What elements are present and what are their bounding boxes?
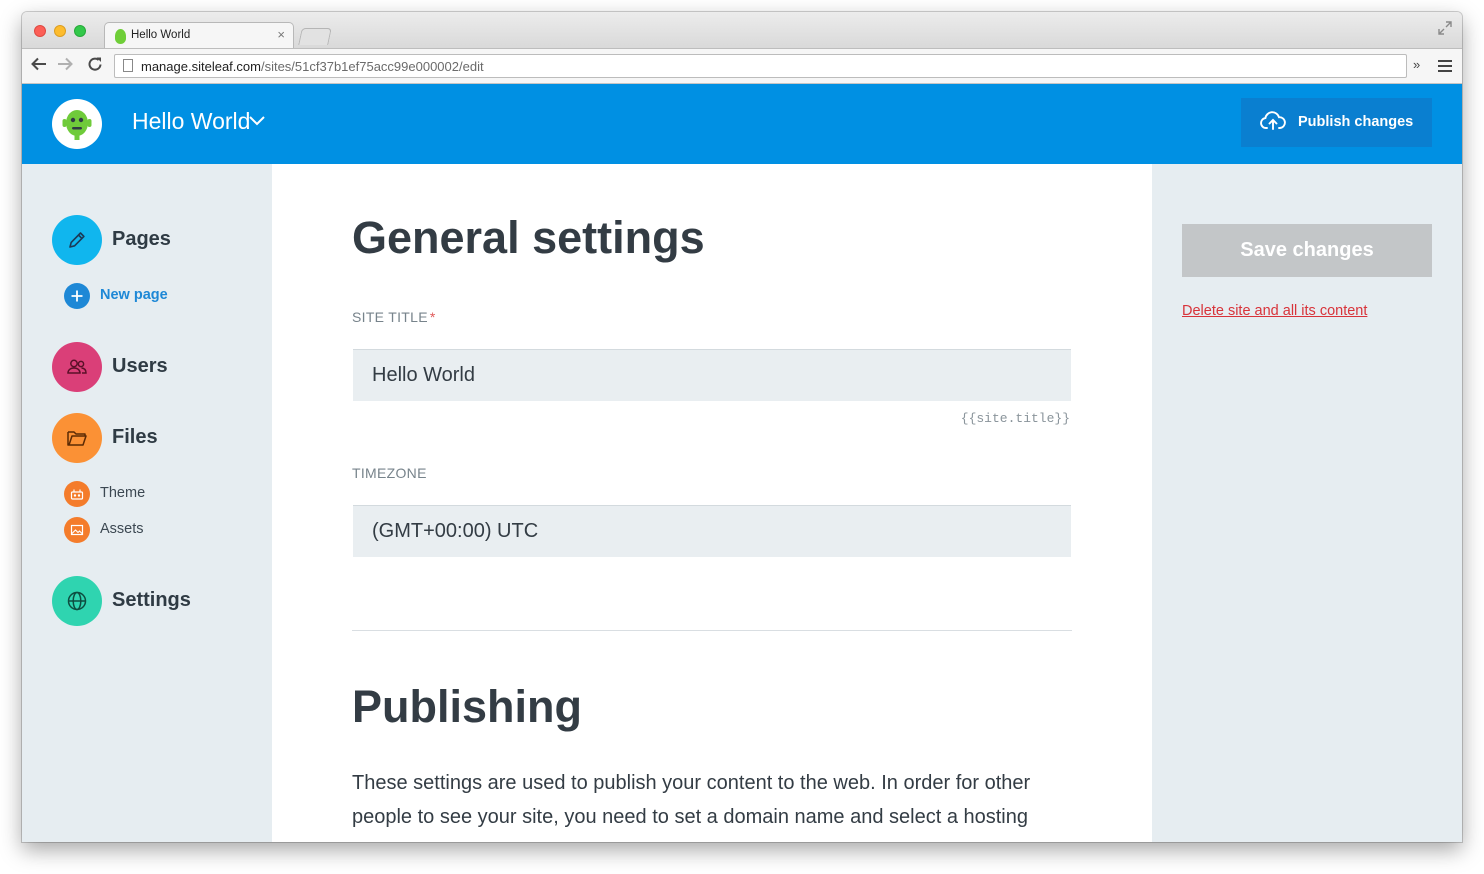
page-icon	[123, 59, 133, 72]
theme-icon	[64, 481, 90, 507]
tab-title: Hello World	[131, 29, 191, 41]
siteleaf-logo-icon[interactable]	[52, 99, 102, 149]
sidebar-item-label: Pages	[112, 228, 171, 250]
sidebar-item-label: Files	[112, 426, 158, 448]
timezone-select[interactable]: (GMT+00:00) UTC	[353, 505, 1071, 557]
tab-close-icon[interactable]: ×	[277, 27, 285, 43]
browser-titlebar: Hello World ×	[22, 12, 1462, 49]
zoom-window-button[interactable]	[74, 25, 86, 37]
section-divider	[352, 630, 1072, 631]
publish-changes-button[interactable]: Publish changes	[1241, 98, 1432, 147]
plus-icon	[64, 283, 90, 309]
timezone-label: TIMEZONE	[352, 465, 427, 481]
sidebar-item-label: New page	[100, 287, 168, 303]
cloud-upload-icon	[1260, 111, 1286, 135]
sidebar-item-label: Users	[112, 355, 168, 377]
app-header: Hello World Publish changes	[22, 84, 1462, 164]
forward-arrow-icon[interactable]	[56, 55, 74, 78]
users-icon	[52, 342, 102, 392]
publishing-heading: Publishing	[352, 681, 582, 732]
chevron-down-icon[interactable]	[248, 114, 266, 132]
pencil-icon	[52, 215, 102, 265]
reload-icon[interactable]	[86, 55, 104, 79]
general-settings-heading: General settings	[352, 212, 705, 263]
site-title-label: SITE TITLE *	[352, 309, 436, 325]
browser-window: Hello World × manage.siteleaf.com/sites/…	[22, 12, 1462, 842]
address-bar[interactable]: manage.siteleaf.com/sites/51cf37b1ef75ac…	[114, 54, 1407, 78]
site-switcher-title[interactable]: Hello World	[132, 108, 250, 135]
close-window-button[interactable]	[34, 25, 46, 37]
minimize-window-button[interactable]	[54, 25, 66, 37]
back-arrow-icon[interactable]	[30, 55, 48, 78]
url-text: manage.siteleaf.com/sites/51cf37b1ef75ac…	[141, 59, 484, 74]
publish-changes-label: Publish changes	[1298, 114, 1414, 130]
site-title-template-hint: {{site.title}}	[960, 411, 1070, 426]
main-content: General settings SITE TITLE* {{site.titl…	[272, 164, 1152, 842]
browser-toolbar: manage.siteleaf.com/sites/51cf37b1ef75ac…	[22, 48, 1462, 84]
actions-panel: Save changes Delete site and all its con…	[1152, 164, 1462, 842]
folder-icon	[52, 413, 102, 463]
publishing-description: These settings are used to publish your …	[352, 772, 1031, 828]
sidebar: Pages New page Users Files Theme Assets …	[22, 164, 272, 842]
image-icon	[64, 517, 90, 543]
siteleaf-favicon-icon	[115, 29, 126, 44]
extensions-overflow-icon[interactable]: »	[1413, 57, 1420, 72]
new-tab-button[interactable]	[298, 28, 332, 45]
site-title-input[interactable]	[353, 349, 1071, 401]
sidebar-item-label: Theme	[100, 485, 146, 501]
sidebar-item-label: Assets	[100, 521, 144, 537]
fullscreen-icon[interactable]	[1438, 21, 1452, 38]
sidebar-item-label: Settings	[112, 589, 191, 611]
browser-tab-active[interactable]: Hello World ×	[104, 22, 294, 49]
save-changes-button[interactable]: Save changes	[1182, 224, 1432, 277]
globe-icon	[52, 576, 102, 626]
browser-menu-icon[interactable]	[1438, 60, 1452, 72]
delete-site-link[interactable]: Delete site and all its content	[1182, 303, 1367, 319]
